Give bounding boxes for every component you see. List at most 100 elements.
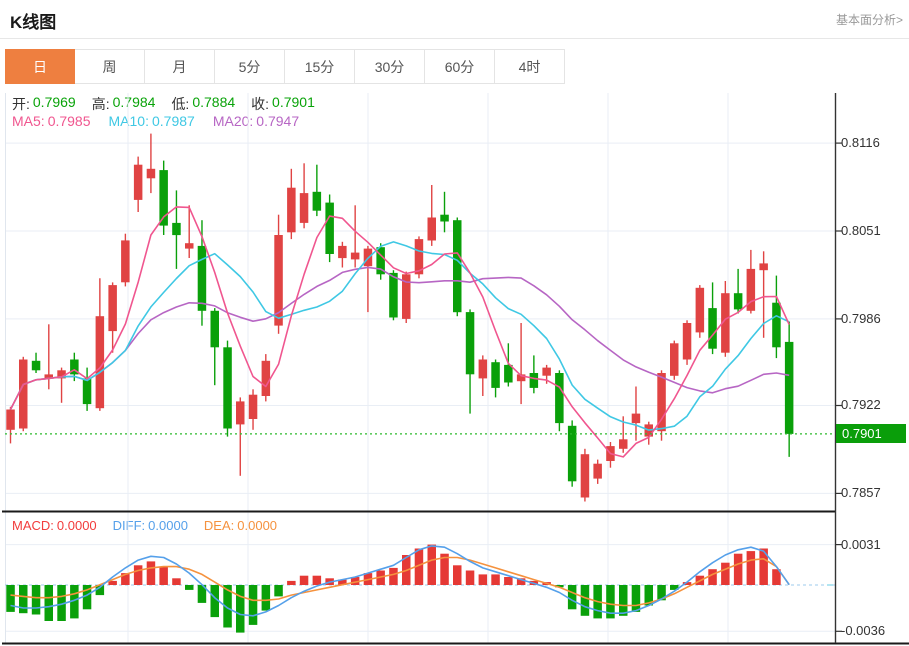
- candle-body: [504, 364, 513, 383]
- candle-body: [759, 263, 768, 271]
- macd-bar: [287, 580, 296, 585]
- macd-axis-label: 0.0031: [841, 536, 881, 552]
- macd-bar: [236, 585, 245, 633]
- macd-bar: [261, 585, 271, 611]
- candle-body: [708, 308, 717, 349]
- macd-bar: [708, 569, 717, 585]
- macd-bar: [31, 585, 41, 615]
- macd-bar: [274, 585, 283, 597]
- macd-bar: [580, 585, 590, 616]
- macd-bar: [159, 566, 168, 585]
- macd-bar: [733, 553, 743, 585]
- candle-body: [389, 272, 398, 318]
- candle-body: [82, 378, 92, 405]
- candle-body: [784, 341, 794, 434]
- fundamental-analysis-link[interactable]: 基本面分析>: [836, 11, 903, 28]
- candle-body: [19, 359, 28, 429]
- candle-body: [121, 240, 130, 283]
- candle-body: [695, 287, 705, 333]
- candle-body: [261, 360, 271, 396]
- candle-body: [185, 243, 194, 249]
- macd-bar: [6, 585, 15, 612]
- header-divider: [0, 38, 909, 39]
- kline-page: K线图 基本面分析> 日周月 5分 15分 30分 60分 4时 开: 0.7969 高: 0.…: [0, 0, 909, 646]
- candle-body: [146, 168, 156, 179]
- candle-body: [312, 191, 322, 211]
- candle-body: [197, 245, 207, 311]
- price-axis-label: 0.7986: [841, 310, 881, 326]
- candle-body: [733, 293, 743, 310]
- macd-bar: [631, 585, 641, 612]
- macd-bar: [44, 585, 53, 621]
- macd-bar: [312, 575, 322, 585]
- macd-bar: [185, 585, 194, 590]
- candle-body: [299, 193, 309, 223]
- candle-body: [350, 252, 360, 260]
- candle-body: [338, 245, 347, 259]
- candle-body: [593, 463, 602, 479]
- candle-body: [670, 343, 679, 376]
- candle-body: [631, 413, 641, 424]
- interval-tab-30min[interactable]: 30分: [355, 49, 425, 84]
- candle-body: [542, 367, 551, 376]
- macd-bar: [146, 561, 156, 585]
- candle-body: [555, 373, 564, 424]
- candle-body: [529, 373, 539, 388]
- candle-body: [325, 202, 334, 254]
- current-price-label: 0.7901: [836, 424, 906, 444]
- candle-body: [133, 164, 143, 200]
- candle-body: [427, 217, 436, 241]
- candle-body: [108, 285, 117, 332]
- macd-histogram: [6, 544, 781, 633]
- macd-bar: [478, 574, 488, 585]
- candles-layer: [6, 133, 794, 502]
- interval-tabs: 日周月 5分 15分 30分 60分 4时: [5, 49, 565, 84]
- macd-bar: [19, 585, 28, 614]
- candle-body: [172, 222, 181, 236]
- candle-body: [248, 394, 258, 419]
- interval-tab-5min[interactable]: 5分: [215, 49, 285, 84]
- axis-ticks: [827, 142, 842, 632]
- candle-body: [682, 323, 692, 360]
- macd-bar: [248, 585, 258, 625]
- interval-tab-week[interactable]: 周: [75, 49, 145, 84]
- macd-bar: [746, 551, 756, 585]
- macd-bar: [299, 575, 309, 585]
- candle-body: [440, 214, 449, 222]
- interval-tab-month[interactable]: 月: [145, 49, 215, 84]
- candle-body: [453, 220, 462, 313]
- candle-body: [619, 439, 628, 449]
- macd-bar: [427, 544, 436, 585]
- price-axis-label: 0.7922: [841, 397, 881, 413]
- macd-axis-label: -0.0036: [841, 623, 886, 639]
- macd-bar: [465, 570, 475, 585]
- macd-bar: [567, 585, 577, 610]
- macd-bar: [504, 577, 513, 585]
- kline-chart-canvas[interactable]: [0, 90, 909, 646]
- macd-bar: [389, 567, 398, 585]
- candle-body: [580, 454, 590, 498]
- interval-tab-15min[interactable]: 15分: [285, 49, 355, 84]
- price-axis-label: 0.7857: [841, 485, 881, 501]
- ma20-line: [9, 266, 790, 410]
- macd-bar: [721, 562, 730, 585]
- macd-bar: [491, 574, 500, 585]
- candle-body: [223, 347, 232, 429]
- interval-tab-60min[interactable]: 60分: [425, 49, 495, 84]
- candle-body: [95, 316, 105, 409]
- candle-body: [210, 310, 219, 348]
- macd-bar: [133, 565, 143, 585]
- macd-bar: [619, 585, 628, 616]
- interval-tab-day[interactable]: 日: [5, 49, 75, 84]
- candle-body: [31, 360, 41, 371]
- candle-body: [236, 401, 245, 425]
- price-axis-label: 0.8116: [841, 135, 880, 151]
- page-title: K线图: [10, 13, 57, 32]
- macd-bar: [172, 578, 181, 585]
- price-axis-label: 0.8051: [841, 222, 881, 238]
- macd-bar: [453, 565, 462, 585]
- interval-tab-4hour[interactable]: 4时: [495, 49, 565, 84]
- candle-body: [772, 302, 781, 348]
- candle-body: [465, 312, 475, 375]
- candle-body: [6, 409, 15, 430]
